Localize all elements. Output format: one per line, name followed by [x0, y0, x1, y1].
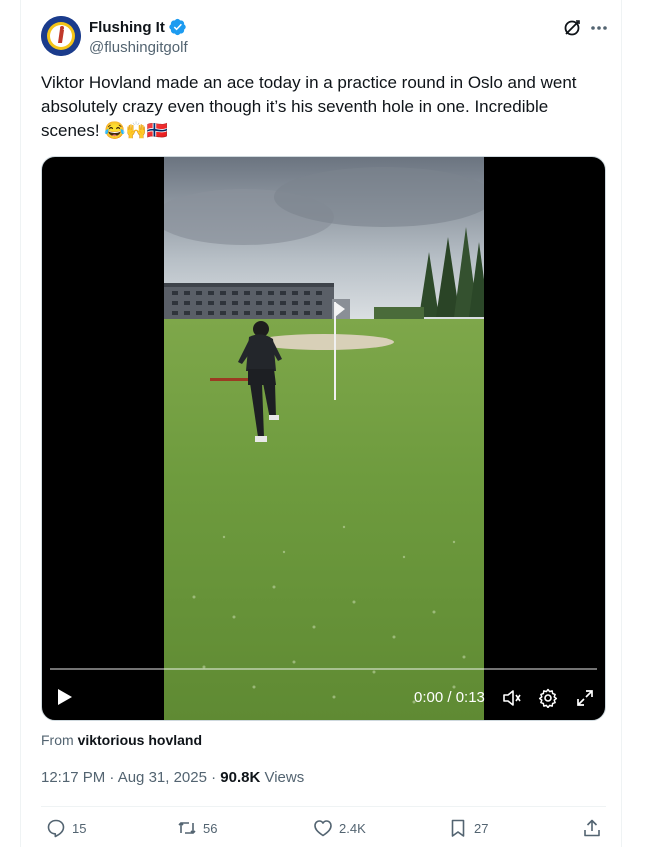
tweet-timestamp[interactable]: 12:17 PM · Aug 31, 2025 · [41, 769, 220, 786]
verified-badge-icon [169, 18, 186, 36]
video-time: 0:00 / 0:13 [414, 689, 485, 706]
source-prefix: From [41, 732, 74, 748]
repost-count: 56 [203, 820, 218, 836]
volume-muted-icon[interactable] [502, 688, 522, 708]
share-icon [584, 819, 600, 837]
share-button[interactable] [582, 818, 602, 838]
fullscreen-icon[interactable] [575, 688, 595, 708]
video-player[interactable]: 0:00 / 0:13 [41, 156, 606, 721]
repost-icon [178, 822, 196, 834]
author-name-row[interactable]: Flushing It [89, 18, 187, 36]
bookmark-icon [451, 819, 465, 837]
bookmark-count: 27 [474, 820, 489, 836]
more-options-icon[interactable] [589, 18, 609, 38]
tweet-card: Flushing It @flushingitgolf Viktor Hovla… [20, 0, 622, 847]
bookmark-button[interactable]: 27 [448, 818, 488, 838]
reply-icon [47, 819, 65, 838]
author-handle[interactable]: @flushingitgolf [89, 39, 188, 56]
like-button[interactable]: 2.4K [313, 818, 366, 838]
reply-count: 15 [72, 820, 87, 836]
tweet-meta: 12:17 PM · Aug 31, 2025 · 90.8K Views [41, 769, 304, 786]
video-progress-bar[interactable] [50, 668, 597, 670]
source-name[interactable]: viktorious hovland [78, 732, 202, 748]
grok-icon[interactable] [562, 18, 582, 38]
video-source-attribution[interactable]: From viktorious hovland [41, 732, 202, 748]
like-count: 2.4K [339, 820, 366, 836]
views-count: 90.8K [220, 769, 261, 786]
repost-button[interactable]: 56 [177, 818, 217, 838]
views-label: Views [260, 769, 305, 786]
heart-icon [314, 820, 332, 837]
video-frame [164, 157, 484, 720]
reply-button[interactable]: 15 [46, 818, 86, 838]
play-icon[interactable] [54, 687, 74, 707]
author-name[interactable]: Flushing It [89, 19, 165, 36]
tweet-text: Viktor Hovland made an ace today in a pr… [41, 73, 577, 140]
action-bar: 15 56 2.4K 27 [21, 818, 623, 844]
settings-gear-icon[interactable] [538, 688, 558, 708]
divider [41, 806, 606, 807]
avatar[interactable] [41, 16, 81, 56]
